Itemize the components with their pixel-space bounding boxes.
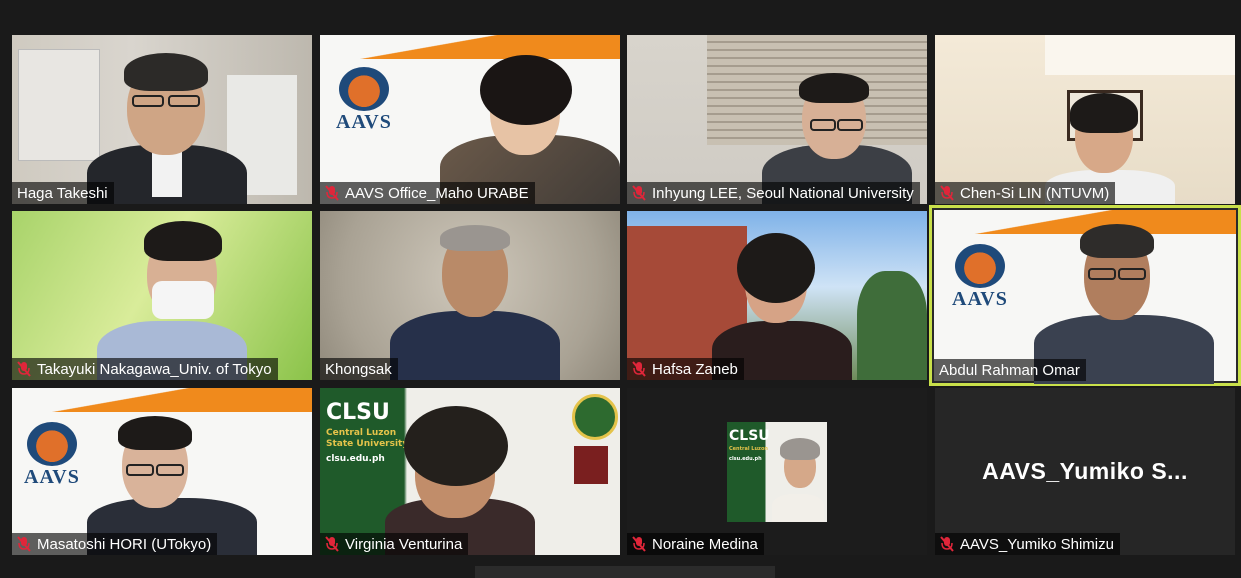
aavs-logo: AAVS [952, 244, 1008, 311]
video-tile-noraine-medina[interactable]: CLSU Central Luzon clsu.edu.ph Noraine M… [627, 388, 927, 555]
participant-name-bar: Khongsak [320, 358, 398, 380]
video-feed: AAVS [12, 388, 312, 555]
aavs-banner [320, 35, 620, 59]
clsu-subtitle-1: Central Luzon [729, 446, 768, 452]
mic-off-icon [940, 185, 954, 201]
video-feed [627, 211, 927, 380]
participant-name: Takayuki Nakagawa_Univ. of Tokyo [37, 360, 272, 378]
video-feed [320, 211, 620, 380]
video-tile-masatoshi-hori[interactable]: AAVS Masatoshi HORI (UTokyo) [12, 388, 312, 555]
mic-off-icon [632, 536, 646, 552]
participant-name-bar: Hafsa Zaneb [627, 358, 744, 380]
video-feed [935, 35, 1235, 204]
participant-name: Chen-Si LIN (NTUVM) [960, 184, 1110, 202]
participant-name-bar: Chen-Si LIN (NTUVM) [935, 182, 1116, 204]
mic-off-icon [632, 185, 646, 201]
mic-off-icon [325, 185, 339, 201]
video-tile-yumiko-shimizu[interactable]: AAVS_Yumiko S... AAVS_Yumiko Shimizu [935, 388, 1235, 555]
participant-name: AAVS Office_Maho URABE [345, 184, 529, 202]
video-feed: CLSU Central Luzon clsu.edu.ph [727, 422, 827, 522]
toolbar-edge [475, 566, 775, 578]
participant-name: AAVS_Yumiko Shimizu [960, 535, 1114, 553]
participant-name-bar: AAVS_Yumiko Shimizu [935, 533, 1120, 555]
mic-off-icon [17, 536, 31, 552]
participant-name: Hafsa Zaneb [652, 360, 738, 378]
mic-off-icon [632, 361, 646, 377]
participant-name-bar: Takayuki Nakagawa_Univ. of Tokyo [12, 358, 278, 380]
video-tile-abdul-rahman-omar[interactable]: AAVS Abdul Rahman Omar [929, 205, 1241, 386]
video-tile-virginia-venturina[interactable]: CLSU Central Luzon State University clsu… [320, 388, 620, 555]
clsu-subtitle-1: Central Luzon [326, 428, 397, 438]
clsu-url: clsu.edu.ph [326, 454, 385, 464]
participant-name-bar: Masatoshi HORI (UTokyo) [12, 533, 218, 555]
aavs-banner [934, 210, 1236, 234]
participant-name-bar: Abdul Rahman Omar [934, 359, 1086, 381]
video-feed [12, 35, 312, 204]
video-tile-maho-urabe[interactable]: AAVS AAVS Office_Maho URABE [320, 35, 620, 204]
participant-name: Abdul Rahman Omar [939, 361, 1080, 379]
aavs-logo: AAVS [24, 422, 80, 489]
participant-name: Khongsak [325, 360, 392, 378]
video-feed: AAVS [934, 210, 1236, 384]
video-tile-chen-si-lin[interactable]: Chen-Si LIN (NTUVM) [935, 35, 1235, 204]
participant-name-bar: Inhyung LEE, Seoul National University [627, 182, 920, 204]
participant-name: Inhyung LEE, Seoul National University [652, 184, 914, 202]
video-off-name-label: AAVS_Yumiko S... [982, 458, 1188, 484]
participant-name: Masatoshi HORI (UTokyo) [37, 535, 212, 553]
video-tile-takayuki-nakagawa[interactable]: Takayuki Nakagawa_Univ. of Tokyo [12, 211, 312, 380]
video-feed [627, 35, 927, 204]
participant-name-bar: Haga Takeshi [12, 182, 114, 204]
video-tile-inhyung-lee[interactable]: Inhyung LEE, Seoul National University [627, 35, 927, 204]
participant-name: Noraine Medina [652, 535, 758, 553]
aavs-banner [12, 388, 312, 412]
participant-name: Haga Takeshi [17, 184, 108, 202]
participant-name-bar: Virginia Venturina [320, 533, 469, 555]
clsu-logo-text: CLSU [729, 428, 770, 444]
mic-off-icon [940, 536, 954, 552]
participant-name-bar: AAVS Office_Maho URABE [320, 182, 535, 204]
video-feed: CLSU Central Luzon State University clsu… [320, 388, 620, 555]
mic-off-icon [325, 536, 339, 552]
clsu-subtitle-2: State University [326, 439, 409, 449]
aavs-logo: AAVS [336, 67, 392, 134]
participant-name-bar: Noraine Medina [627, 533, 764, 555]
video-feed: AAVS [320, 35, 620, 204]
mic-off-icon [17, 361, 31, 377]
clsu-logo-text: CLSU [326, 400, 390, 425]
clsu-url: clsu.edu.ph [729, 456, 762, 462]
video-feed [12, 211, 312, 380]
video-tile-haga-takeshi[interactable]: Haga Takeshi [12, 35, 312, 204]
participant-name: Virginia Venturina [345, 535, 463, 553]
video-tile-hafsa-zaneb[interactable]: Hafsa Zaneb [627, 211, 927, 380]
video-tile-khongsak[interactable]: Khongsak [320, 211, 620, 380]
